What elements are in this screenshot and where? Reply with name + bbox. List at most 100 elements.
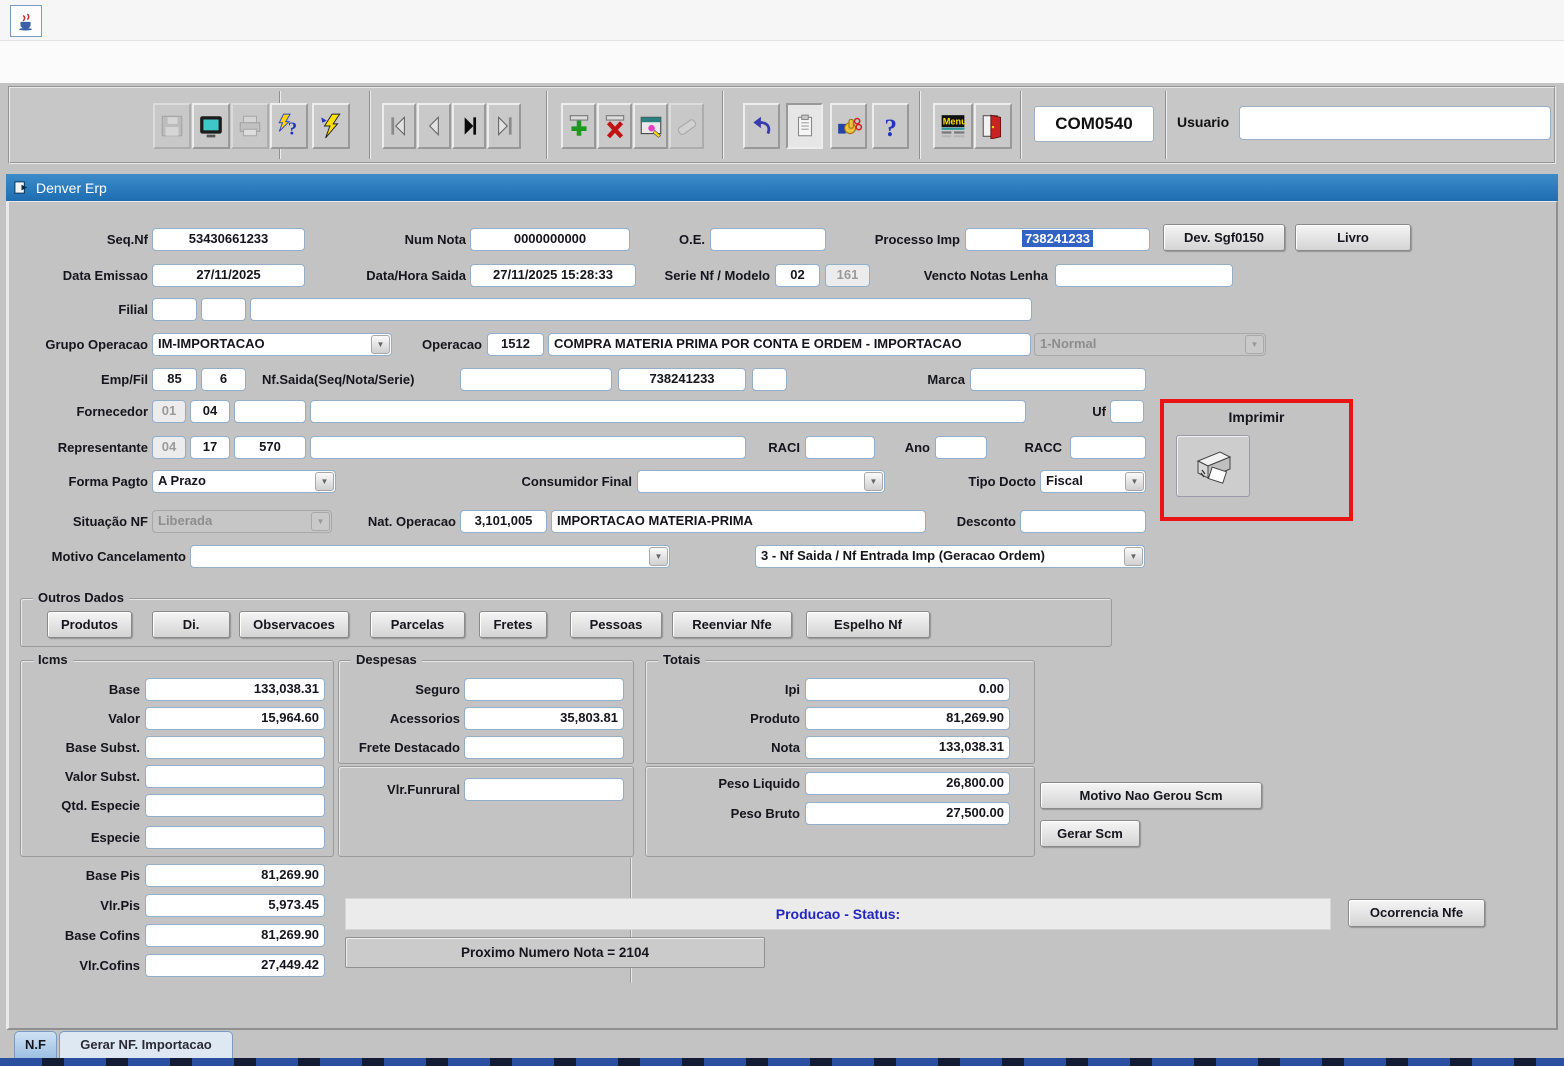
ipi-field[interactable]: 0.00 <box>805 678 1010 701</box>
reenviar-nfe-button[interactable]: Reenviar Nfe <box>672 611 792 638</box>
print-button[interactable] <box>231 103 269 149</box>
data-emissao-field[interactable]: 27/11/2025 <box>152 264 305 287</box>
menu-button[interactable]: Menu <box>933 103 973 149</box>
save-button[interactable] <box>153 103 191 149</box>
first-record-button[interactable] <box>382 103 416 149</box>
raci-field[interactable] <box>805 436 875 459</box>
representante-name-field[interactable] <box>310 436 746 459</box>
nf-saida-serie-field[interactable] <box>752 368 787 391</box>
funrural-field[interactable] <box>464 778 624 801</box>
vlr-pis-field[interactable]: 5,973.45 <box>145 894 325 917</box>
tipo-docto-combo[interactable]: Fiscal▼ <box>1040 470 1146 493</box>
representante-c1-field: 04 <box>152 436 186 459</box>
marca-field[interactable] <box>970 368 1146 391</box>
num-nota-field[interactable]: 0000000000 <box>470 228 630 251</box>
acessorios-field[interactable]: 35,803.81 <box>464 707 624 730</box>
data-hora-saida-field[interactable]: 27/11/2025 15:28:33 <box>470 264 636 287</box>
observacoes-button[interactable]: Observacoes <box>239 611 349 638</box>
dev-sgf0150-button[interactable]: Dev. Sgf0150 <box>1163 224 1285 251</box>
frete-destacado-field[interactable] <box>464 736 624 759</box>
filial-code2-field[interactable] <box>201 298 246 321</box>
processo-imp-field[interactable]: 738241233 <box>965 228 1150 251</box>
tipo-nf-combo[interactable]: 1-Normal▼ <box>1034 333 1266 356</box>
imprimir-print-button[interactable] <box>1176 435 1250 497</box>
java-app-icon[interactable] <box>10 5 42 37</box>
vlr-cofins-field[interactable]: 27,449.42 <box>145 954 325 977</box>
seq-nf-field[interactable]: 53430661233 <box>152 228 305 251</box>
peso-bruto-field[interactable]: 27,500.00 <box>805 802 1010 825</box>
icms-valor-subst-field[interactable] <box>145 765 325 788</box>
vencto-notas-lenha-field[interactable] <box>1055 264 1233 287</box>
espelho-nf-button[interactable]: Espelho Nf <box>806 611 930 638</box>
oe-field[interactable] <box>710 228 826 251</box>
gerar-scm-button[interactable]: Gerar Scm <box>1040 820 1140 847</box>
filial-name-field[interactable] <box>250 298 1032 321</box>
racc-field[interactable] <box>1070 436 1146 459</box>
peso-liquido-field[interactable]: 26,800.00 <box>805 772 1010 795</box>
emp-field[interactable]: 85 <box>152 368 197 391</box>
fil-field[interactable]: 6 <box>201 368 246 391</box>
livro-button[interactable]: Livro <box>1295 224 1411 251</box>
fornecedor-c2-field[interactable]: 04 <box>190 400 230 423</box>
base-cofins-field[interactable]: 81,269.90 <box>145 924 325 947</box>
seguro-field[interactable] <box>464 678 624 701</box>
nf-saida-nota-field[interactable]: 738241233 <box>618 368 746 391</box>
exit-button[interactable] <box>974 103 1012 149</box>
di-button[interactable]: Di. <box>152 611 230 638</box>
uf-field[interactable] <box>1110 400 1144 423</box>
usuario-input[interactable] <box>1239 106 1551 140</box>
nat-operacao-desc-field[interactable]: IMPORTACAO MATERIA-PRIMA <box>551 510 926 533</box>
parcelas-button[interactable]: Parcelas <box>370 611 465 638</box>
nota-field[interactable]: 133,038.31 <box>805 736 1010 759</box>
tab-gerar-nf-importacao[interactable]: Gerar NF. Importacao <box>59 1031 233 1058</box>
operacao-code-field[interactable]: 1512 <box>487 333 544 356</box>
help-query-button[interactable]: ? <box>270 103 308 149</box>
motivo-cancelamento-combo[interactable]: ▼ <box>190 545 670 568</box>
cancel-query-button[interactable] <box>669 103 704 149</box>
forma-pagto-combo[interactable]: A Prazo▼ <box>152 470 336 493</box>
nat-operacao-code-field[interactable]: 3,101,005 <box>460 510 547 533</box>
produtos-button[interactable]: Produtos <box>47 611 132 638</box>
module-code-field[interactable]: COM0540 <box>1034 106 1154 142</box>
icms-qtd-especie-field[interactable] <box>145 794 325 817</box>
motivo-nao-gerou-scm-button[interactable]: Motivo Nao Gerou Scm <box>1040 782 1262 809</box>
screen-button[interactable] <box>192 103 230 149</box>
pessoas-button[interactable]: Pessoas <box>570 611 662 638</box>
representante-c3-field[interactable]: 570 <box>234 436 306 459</box>
ocorrencia-nfe-button[interactable]: Ocorrencia Nfe <box>1348 899 1485 927</box>
icms-base-field[interactable]: 133,038.31 <box>145 678 325 701</box>
commit-icon <box>836 113 862 139</box>
clipboard-button[interactable] <box>786 103 823 149</box>
representante-c2-field[interactable]: 17 <box>190 436 230 459</box>
produto-field[interactable]: 81,269.90 <box>805 707 1010 730</box>
consumidor-final-combo[interactable]: ▼ <box>637 470 885 493</box>
operacao-desc-field[interactable]: COMPRA MATERIA PRIMA POR CONTA E ORDEM -… <box>548 333 1031 356</box>
insert-record-button[interactable] <box>561 103 596 149</box>
nf-saida-seq-field[interactable] <box>460 368 612 391</box>
grupo-operacao-combo[interactable]: IM-IMPORTACAO▼ <box>152 333 392 356</box>
base-cofins-label: Base Cofins <box>30 924 140 947</box>
filial-code1-field[interactable] <box>152 298 197 321</box>
geracao-combo[interactable]: 3 - Nf Saida / Nf Entrada Imp (Geracao O… <box>755 545 1145 568</box>
ano-field[interactable] <box>935 436 987 459</box>
enter-query-button[interactable] <box>633 103 668 149</box>
serie-field[interactable]: 02 <box>775 264 820 287</box>
fretes-button[interactable]: Fretes <box>479 611 547 638</box>
delete-record-icon <box>602 113 628 139</box>
icms-valor-field[interactable]: 15,964.60 <box>145 707 325 730</box>
help-button[interactable]: ? <box>872 103 909 149</box>
delete-record-button[interactable] <box>597 103 632 149</box>
fornecedor-c3-field[interactable] <box>234 400 306 423</box>
desconto-field[interactable] <box>1020 510 1146 533</box>
tab-nf[interactable]: N.F <box>14 1031 57 1058</box>
execute-query-button[interactable] <box>312 103 350 149</box>
next-record-button[interactable] <box>452 103 486 149</box>
commit-button[interactable] <box>830 103 867 149</box>
prev-record-button[interactable] <box>417 103 451 149</box>
last-record-button[interactable] <box>487 103 521 149</box>
fornecedor-name-field[interactable] <box>310 400 1026 423</box>
icms-base-subst-field[interactable] <box>145 736 325 759</box>
undo-button[interactable] <box>743 103 780 149</box>
base-pis-field[interactable]: 81,269.90 <box>145 864 325 887</box>
icms-especie-field[interactable] <box>145 826 325 849</box>
